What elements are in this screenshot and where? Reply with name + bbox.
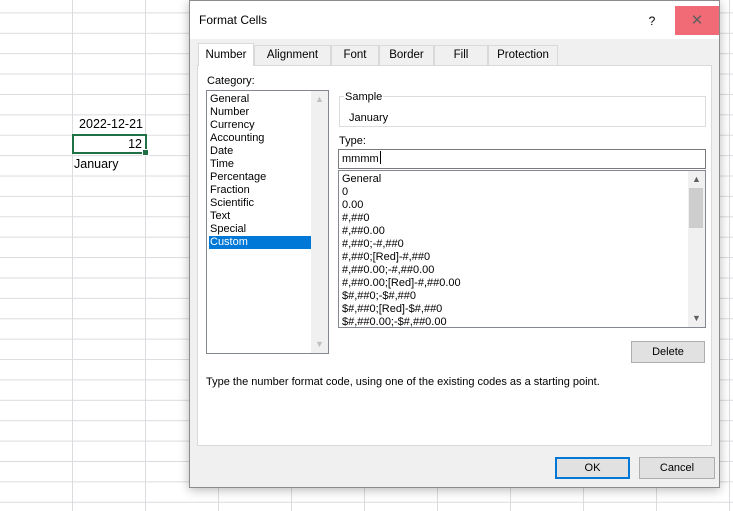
format-code-item[interactable]: $#,##0;-$#,##0 — [342, 290, 416, 303]
category-item-date[interactable]: Date — [209, 145, 311, 158]
category-item-special[interactable]: Special — [209, 223, 311, 236]
type-label: Type: — [339, 135, 366, 147]
format-code-item[interactable]: #,##0;[Red]-#,##0 — [342, 251, 430, 264]
hint-text: Type the number format code, using one o… — [206, 376, 600, 388]
category-item-scientific[interactable]: Scientific — [209, 197, 311, 210]
tab-font[interactable]: Font — [331, 45, 379, 65]
format-code-item[interactable]: $#,##0.00;-$#,##0.00 — [342, 316, 447, 327]
delete-button[interactable]: Delete — [631, 341, 705, 363]
sample-group — [339, 96, 706, 127]
tab-border[interactable]: Border — [379, 45, 434, 65]
format-code-item[interactable]: #,##0.00 — [342, 225, 385, 238]
chevron-down-icon[interactable]: ▼ — [311, 336, 328, 353]
category-item-currency[interactable]: Currency — [209, 119, 311, 132]
type-input-value: mmmm — [342, 153, 379, 165]
tab-number[interactable]: Number — [198, 43, 254, 66]
format-code-item[interactable]: 0 — [342, 186, 348, 199]
category-item-percentage[interactable]: Percentage — [209, 171, 311, 184]
format-code-item[interactable]: 0.00 — [342, 199, 363, 212]
tab-fill[interactable]: Fill — [434, 45, 488, 65]
close-icon: ✕ — [690, 12, 704, 29]
category-list[interactable]: General Number Currency Accounting Date … — [206, 90, 329, 354]
title-bar[interactable]: Format Cells ? ✕ — [190, 1, 719, 39]
category-scrollbar[interactable]: ▲ ▼ — [311, 91, 328, 353]
scroll-thumb[interactable] — [689, 188, 703, 228]
format-code-item[interactable]: #,##0.00;-#,##0.00 — [342, 264, 434, 277]
sample-label: Sample — [344, 91, 384, 103]
category-item-time[interactable]: Time — [209, 158, 311, 171]
category-item-text[interactable]: Text — [209, 210, 311, 223]
category-item-custom[interactable]: Custom — [209, 236, 311, 249]
tab-alignment[interactable]: Alignment — [254, 45, 331, 65]
chevron-down-icon[interactable]: ▼ — [688, 310, 705, 327]
cell-date[interactable]: 2022-12-21 — [72, 115, 145, 133]
help-button[interactable]: ? — [632, 8, 672, 34]
chevron-up-icon[interactable]: ▲ — [311, 91, 328, 108]
sample-value: January — [349, 112, 389, 124]
format-code-list[interactable]: General 0 0.00 #,##0 #,##0.00 #,##0;-#,#… — [338, 170, 706, 328]
type-input[interactable]: mmmm — [338, 149, 706, 169]
category-item-accounting[interactable]: Accounting — [209, 132, 311, 145]
cancel-button[interactable]: Cancel — [639, 457, 715, 479]
format-cells-dialog: Format Cells ? ✕ Number Alignment Font B… — [189, 0, 720, 488]
format-code-item[interactable]: General — [342, 173, 381, 186]
dialog-title: Format Cells — [199, 13, 268, 27]
number-tab-panel: Category: General Number Currency Accoun… — [197, 65, 712, 446]
ok-button[interactable]: OK — [555, 457, 630, 479]
cell-month[interactable]: January — [74, 155, 147, 173]
format-list-scrollbar[interactable]: ▲ ▼ — [688, 171, 705, 327]
close-button[interactable]: ✕ — [675, 6, 719, 35]
text-caret — [379, 151, 381, 164]
category-label: Category: — [207, 75, 255, 87]
chevron-up-icon[interactable]: ▲ — [688, 171, 705, 188]
format-code-item[interactable]: #,##0 — [342, 212, 370, 225]
category-item-general[interactable]: General — [209, 93, 311, 106]
cell-active-number[interactable]: 12 — [72, 134, 149, 156]
format-code-item[interactable]: $#,##0;[Red]-$#,##0 — [342, 303, 442, 316]
format-code-item[interactable]: #,##0.00;[Red]-#,##0.00 — [342, 277, 461, 290]
category-item-fraction[interactable]: Fraction — [209, 184, 311, 197]
format-code-item[interactable]: #,##0;-#,##0 — [342, 238, 404, 251]
category-item-number[interactable]: Number — [209, 106, 311, 119]
tab-protection[interactable]: Protection — [488, 45, 558, 65]
